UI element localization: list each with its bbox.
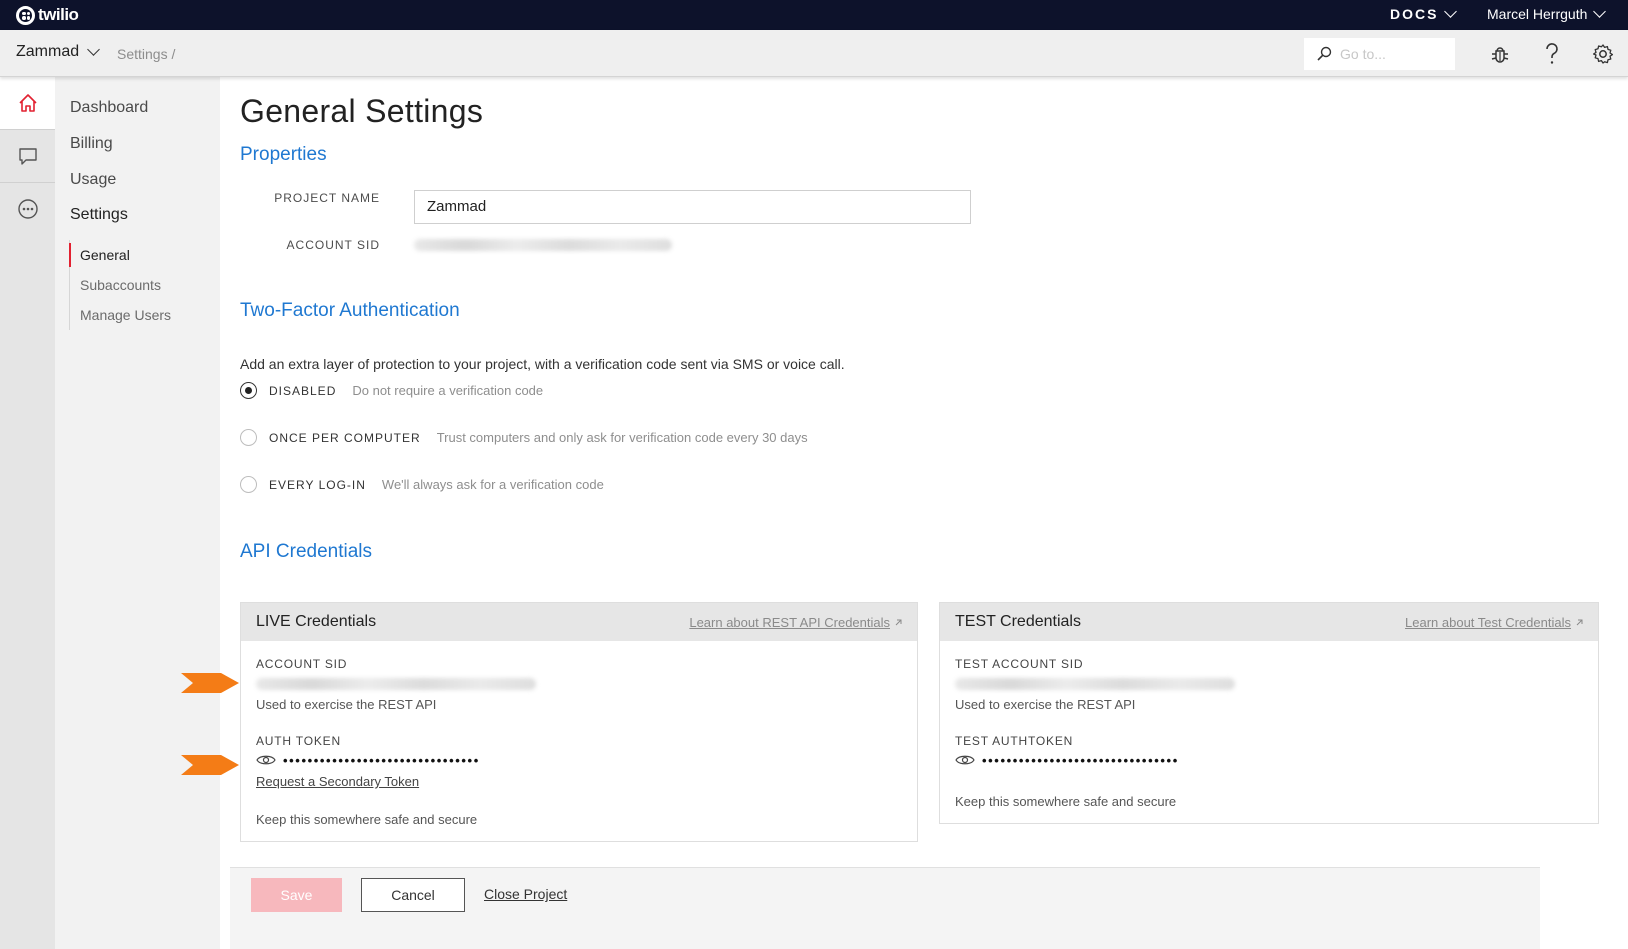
show-test-token-eye-icon[interactable] <box>955 754 975 766</box>
project-name: Zammad <box>16 43 80 60</box>
radio-label: DISABLED <box>269 383 337 398</box>
goto-placeholder: Go to... <box>1340 46 1386 62</box>
goto-search-input[interactable]: Go to... <box>1304 38 1455 70</box>
live-credentials-card: LIVE Credentials Learn about REST API Cr… <box>240 602 918 842</box>
properties-heading: Properties <box>240 144 327 165</box>
two-factor-heading: Two-Factor Authentication <box>240 300 460 321</box>
chevron-down-icon <box>87 43 100 56</box>
radio-option-disabled[interactable]: DISABLED Do not require a verification c… <box>240 382 543 399</box>
live-account-sid-redacted <box>256 678 536 690</box>
live-keep-safe-note: Keep this somewhere safe and secure <box>256 812 478 827</box>
test-sid-note: Used to exercise the REST API <box>955 697 1136 712</box>
learn-rest-api-link-text: Learn about REST API Credentials <box>689 614 890 630</box>
save-button[interactable]: Save <box>251 878 342 912</box>
sidebar-item-billing[interactable]: Billing <box>70 135 113 153</box>
rail-more[interactable] <box>0 183 55 235</box>
radio-disabled[interactable] <box>240 382 257 399</box>
radio-once-per-computer[interactable] <box>240 429 257 446</box>
user-name: Marcel Herrguth <box>1487 6 1588 22</box>
account-sid-redacted <box>414 239 672 251</box>
form-actions-bar: Save Cancel Close Project <box>230 867 1540 949</box>
icon-rail <box>0 77 55 949</box>
radio-option-every-login[interactable]: EVERY LOG-IN We'll always ask for a veri… <box>240 476 604 493</box>
radio-option-once-per-computer[interactable]: ONCE PER COMPUTER Trust computers and on… <box>240 429 808 446</box>
sidebar-item-settings[interactable]: Settings <box>70 206 128 224</box>
test-account-sid-label: TEST ACCOUNT SID <box>955 657 1084 671</box>
top-bar: twilio DOCS Marcel Herrguth <box>0 0 1628 30</box>
external-link-icon <box>1576 619 1583 625</box>
home-icon <box>18 94 37 112</box>
project-bar: Zammad Settings / Go to... <box>0 30 1628 77</box>
subnav-item-general[interactable]: General <box>68 240 171 270</box>
settings-gear-icon[interactable] <box>1591 42 1615 66</box>
live-credentials-title: LIVE Credentials <box>256 613 377 630</box>
request-secondary-token-link[interactable]: Request a Secondary Token <box>256 774 419 789</box>
radio-label: EVERY LOG-IN <box>269 477 366 492</box>
live-account-sid-label: ACCOUNT SID <box>256 657 348 671</box>
more-icon <box>17 199 38 219</box>
rail-home[interactable] <box>0 77 55 129</box>
test-credentials-header: TEST Credentials Learn about Test Creden… <box>940 603 1598 641</box>
settings-subnav: General Subaccounts Manage Users <box>68 240 171 330</box>
search-icon <box>1317 46 1332 61</box>
docs-menu[interactable]: DOCS <box>1390 5 1458 22</box>
account-sid-label: ACCOUNT SID <box>286 238 380 252</box>
test-auth-token-label: TEST AUTHTOKEN <box>955 734 1074 748</box>
test-auth-token-masked: •••••••••••••••••••••••••••••••• <box>982 753 1179 768</box>
brand-name: twilio <box>38 5 79 24</box>
user-menu[interactable]: Marcel Herrguth <box>1487 5 1607 22</box>
chevron-down-icon <box>1593 5 1607 18</box>
radio-hint: Trust computers and only ask for verific… <box>436 430 808 445</box>
annotation-arrow-icon <box>181 673 239 693</box>
rail-messaging[interactable] <box>0 130 55 182</box>
live-credentials-header: LIVE Credentials Learn about REST API Cr… <box>241 603 917 641</box>
live-auth-token-masked: •••••••••••••••••••••••••••••••• <box>283 753 480 768</box>
docs-label: DOCS <box>1390 6 1439 22</box>
chat-icon <box>18 148 37 165</box>
radio-hint: Do not require a verification code <box>352 383 544 398</box>
external-link-icon <box>895 619 902 625</box>
live-sid-note: Used to exercise the REST API <box>256 697 437 712</box>
page-title: General Settings <box>240 93 484 129</box>
sidebar-item-usage[interactable]: Usage <box>70 171 116 189</box>
learn-test-credentials-link[interactable]: Learn about Test Credentials <box>1405 615 1584 630</box>
subnav-item-manage-users[interactable]: Manage Users <box>70 300 171 330</box>
show-token-eye-icon[interactable] <box>256 754 276 766</box>
radio-label: ONCE PER COMPUTER <box>269 430 421 445</box>
twilio-logo[interactable]: twilio <box>16 4 79 26</box>
twilio-logo-icon <box>16 5 35 25</box>
chevron-down-icon <box>1444 5 1458 18</box>
sidebar-nav: Dashboard Billing Usage Settings General… <box>55 77 220 949</box>
close-project-link[interactable]: Close Project <box>484 886 567 902</box>
subnav-item-subaccounts[interactable]: Subaccounts <box>70 270 171 300</box>
test-keep-safe-note: Keep this somewhere safe and secure <box>955 794 1177 809</box>
sidebar-item-dashboard[interactable]: Dashboard <box>70 99 148 117</box>
learn-rest-api-link[interactable]: Learn about REST API Credentials <box>689 615 903 630</box>
test-credentials-card: TEST Credentials Learn about Test Creden… <box>939 602 1599 824</box>
project-name-input[interactable]: Zammad <box>414 190 971 224</box>
breadcrumb[interactable]: Settings / <box>117 46 175 62</box>
main-content: General Settings Properties PROJECT NAME… <box>220 77 1628 949</box>
annotation-arrow-icon <box>181 755 239 775</box>
test-credentials-title: TEST Credentials <box>955 613 1081 630</box>
radio-hint: We'll always ask for a verification code <box>381 477 604 492</box>
debugger-bug-icon[interactable] <box>1488 42 1512 66</box>
api-credentials-heading: API Credentials <box>240 541 373 562</box>
test-account-sid-redacted <box>955 678 1235 690</box>
radio-every-login[interactable] <box>240 476 257 493</box>
learn-test-credentials-link-text: Learn about Test Credentials <box>1405 614 1571 630</box>
project-name-label: PROJECT NAME <box>274 191 380 205</box>
two-factor-description: Add an extra layer of protection to your… <box>240 356 845 372</box>
project-switcher[interactable]: Zammad <box>16 43 100 61</box>
help-icon[interactable] <box>1540 42 1564 66</box>
cancel-button[interactable]: Cancel <box>361 878 465 912</box>
live-auth-token-label: AUTH TOKEN <box>256 734 341 748</box>
